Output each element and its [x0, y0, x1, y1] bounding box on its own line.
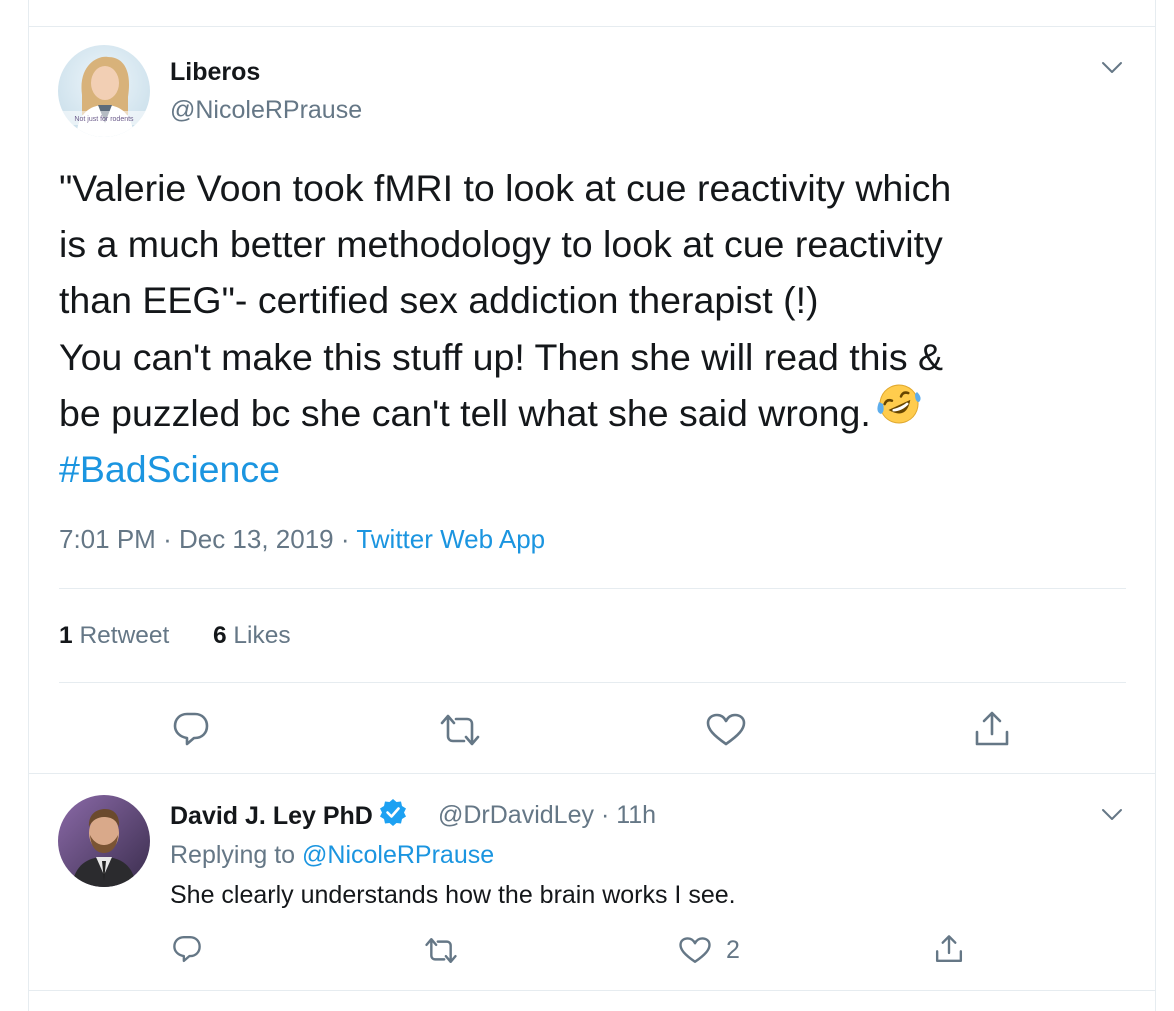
retweet-button[interactable] [423, 936, 459, 965]
retweet-stat[interactable]: 1 Retweet [59, 622, 169, 649]
tweet-date[interactable]: Dec 13, 2019 [179, 524, 334, 554]
retweet-icon [425, 938, 457, 963]
retweet-label: Retweet [79, 622, 170, 649]
main-tweet-menu-button[interactable] [1097, 53, 1127, 83]
meta-separator: · [163, 524, 172, 554]
share-button[interactable] [933, 934, 965, 964]
chevron-down-icon [1102, 62, 1122, 73]
replying-to-prefix: Replying to [170, 841, 296, 869]
share-icon [935, 935, 963, 963]
main-author-handle[interactable]: @NicoleRPrause [170, 96, 362, 125]
avatar-photo: Not just for rodents [58, 45, 150, 137]
share-icon [975, 711, 1009, 746]
like-icon [706, 713, 746, 746]
chevron-down-icon [1102, 809, 1122, 820]
reply-like-count: 2 [726, 936, 740, 964]
retweet-count: 1 [59, 622, 73, 649]
tweet-source-link[interactable]: Twitter Web App [356, 524, 545, 554]
replying-to-link[interactable]: @NicoleRPrause [302, 841, 494, 869]
verified-badge-icon [379, 798, 407, 833]
reply-icon [173, 712, 209, 746]
meta-separator: · [340, 524, 350, 554]
rolling-on-floor-laughing-emoji-icon [875, 382, 923, 441]
tweet-text-line: than EEG"- certified sex addiction thera… [59, 279, 819, 322]
reply-author-meta: @DrDavidLey · 11h [438, 801, 656, 830]
tweet-text-line: You can't make this stuff up! Then she w… [59, 335, 944, 378]
avatar-caption: Not just for rodents [74, 116, 134, 123]
tweet-time[interactable]: 7:01 PM [59, 524, 156, 554]
replying-to-line: Replying to @NicoleRPrause [170, 841, 494, 870]
like-count: 6 [212, 622, 227, 649]
reply-button[interactable] [171, 934, 203, 964]
main-author-name[interactable]: Liberos [170, 58, 260, 87]
main-author-avatar[interactable]: Not just for rodents [58, 45, 150, 137]
share-button[interactable] [972, 710, 1012, 748]
reply-author-avatar[interactable] [58, 795, 150, 887]
stats-top-divider [59, 588, 1126, 589]
reply-author-name[interactable]: David J. Ley PhD [170, 798, 407, 835]
tweet-text-line: is a much better methodology to look at … [59, 223, 943, 266]
likes-label: Likes [233, 622, 291, 649]
tweet-meta: 7:01 PM · Dec 13, 2019 · Twitter Web App [59, 524, 545, 555]
likes-stat[interactable]: 6 Likes [213, 622, 291, 649]
reply-time[interactable]: 11h [616, 801, 656, 829]
reply-icon [173, 935, 201, 963]
stats-bottom-divider [59, 682, 1126, 683]
tweet-divider [28, 773, 1156, 774]
bottom-divider [28, 990, 1156, 991]
meta-separator: · [600, 801, 610, 829]
like-button[interactable]: 2 [678, 936, 740, 965]
top-divider [28, 26, 1156, 27]
tweet-stats: 1 Retweet 6 Likes [59, 622, 291, 650]
hashtag-link[interactable]: #BadScience [59, 441, 1129, 497]
tweet-text-line: be puzzled bc she can't tell what she sa… [59, 391, 871, 434]
reply-tweet-text: She clearly understands how the brain wo… [170, 881, 736, 909]
reply-tweet-menu-button[interactable] [1097, 800, 1127, 830]
main-tweet-text: "Valerie Voon took fMRI to look at cue r… [59, 160, 1129, 497]
tweet-text-line-with-emoji: be puzzled bc she can't tell what she sa… [59, 382, 1129, 441]
reply-author-handle[interactable]: @DrDavidLey [438, 801, 594, 829]
avatar-photo [58, 795, 150, 887]
reply-author-name-text: David J. Ley PhD [170, 802, 373, 831]
tweet-text-line: "Valerie Voon took fMRI to look at cue r… [59, 167, 952, 209]
retweet-button[interactable] [438, 712, 482, 748]
like-icon [679, 937, 711, 963]
reply-button[interactable] [171, 710, 211, 748]
retweet-icon [440, 714, 480, 746]
like-button[interactable] [705, 712, 747, 748]
